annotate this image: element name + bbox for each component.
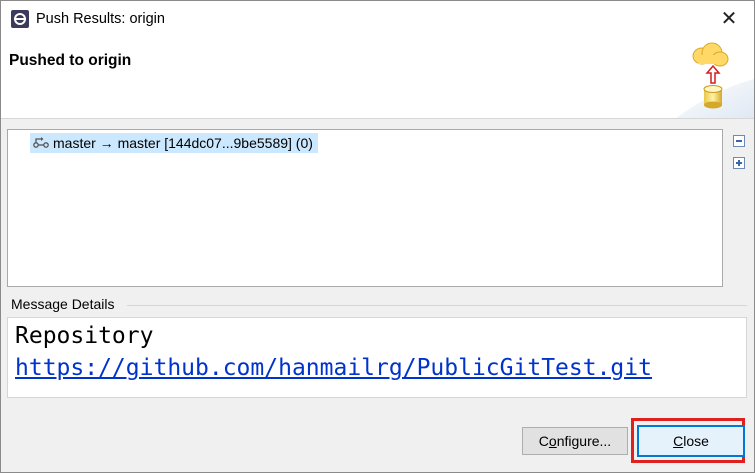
repository-url-link[interactable]: https://github.com/hanmailrg/PublicGitTe… [15, 353, 652, 383]
message-details-label: Message Details [11, 296, 115, 312]
window-title: Push Results: origin [36, 11, 165, 27]
dialog-banner: Pushed to origin [1, 39, 754, 119]
collapse-all-icon[interactable] [732, 134, 746, 148]
tree-row-master[interactable]: master → master [144dc07...9be5589] (0) [30, 133, 318, 153]
eclipse-app-icon [11, 10, 29, 28]
title-bar: Push Results: origin ✕ [1, 1, 754, 39]
close-rest: lose [683, 433, 709, 449]
configure-mnemonic: o [548, 433, 557, 449]
cloud-push-database-icon [676, 42, 754, 118]
close-mnemonic: C [673, 433, 684, 449]
push-branch-icon [33, 137, 49, 148]
details-repository-label: Repository [15, 323, 154, 349]
configure-button[interactable]: Configure... [522, 427, 628, 455]
close-button[interactable]: Close [637, 425, 745, 457]
tree-row-label: master → master [144dc07...9be5589] (0) [53, 135, 313, 151]
banner-title: Pushed to origin [9, 52, 132, 69]
configure-prefix: C [538, 433, 549, 449]
message-details-box[interactable]: Repository https://github.com/hanmailrg/… [7, 317, 747, 398]
push-results-tree[interactable]: master → master [144dc07...9be5589] (0) [7, 129, 723, 287]
expand-all-icon[interactable] [732, 156, 746, 170]
configure-rest: nfigure... [556, 433, 612, 449]
push-results-dialog: Push Results: origin ✕ Pushed to origin [0, 0, 755, 473]
close-window-icon[interactable]: ✕ [718, 8, 740, 30]
group-divider [127, 305, 747, 306]
